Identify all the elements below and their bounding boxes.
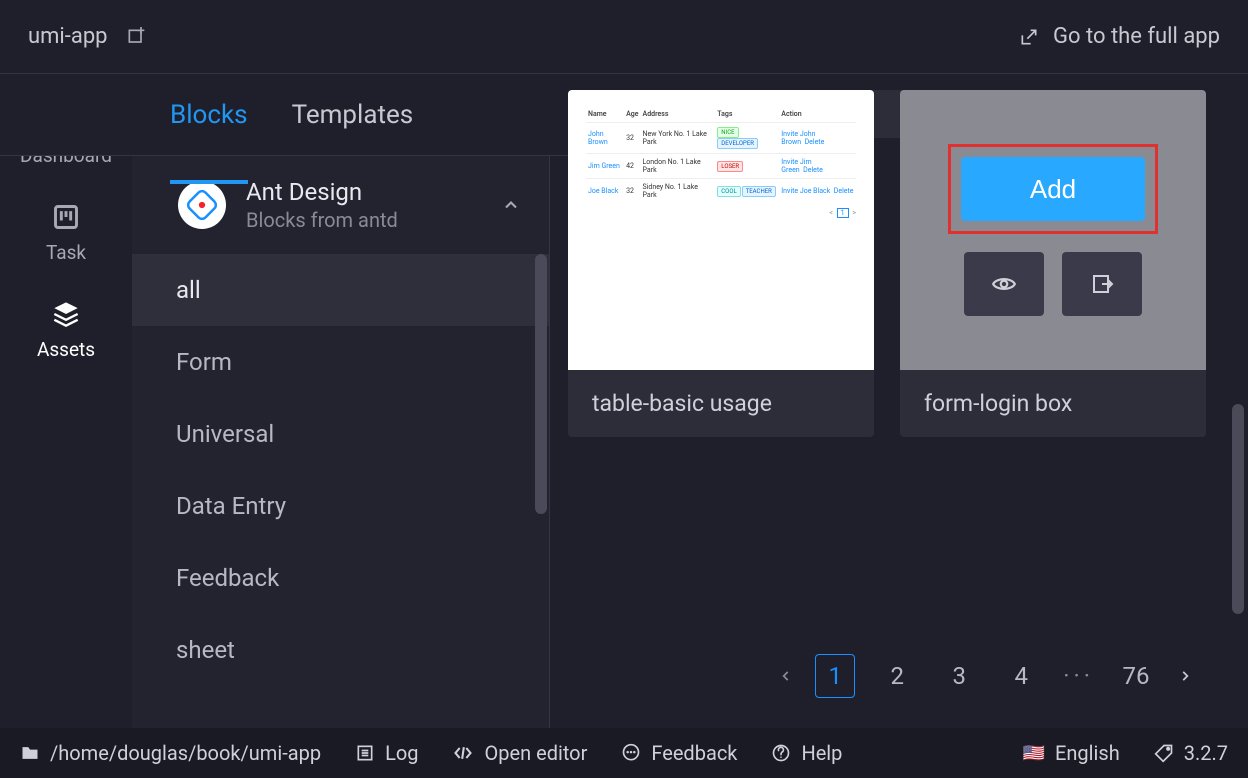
card-overlay: Add [900,90,1206,370]
project-path[interactable]: /home/douglas/book/umi-app [20,741,321,765]
flag-icon: 🇺🇸 [1023,743,1045,764]
language-label: English [1055,741,1120,765]
left-nav: Dashboard Task Assets [0,74,132,728]
page-last[interactable]: 76 [1116,654,1156,698]
source-header[interactable]: Ant Design Blocks from antd [132,156,549,254]
full-app-link-label: Go to the full app [1053,24,1220,49]
page-3[interactable]: 3 [939,654,979,698]
list-icon [355,743,375,763]
page-ellipsis[interactable]: ··· [1063,662,1094,690]
category-item-form[interactable]: Form [132,326,549,398]
feedback-button[interactable]: Feedback [621,741,737,765]
page-2[interactable]: 2 [877,654,917,698]
folder-icon [20,743,40,763]
version-badge[interactable]: 3.2.7 [1154,741,1228,765]
export-icon [1090,272,1114,296]
language-selector[interactable]: 🇺🇸 English [1023,741,1120,765]
log-label: Log [385,741,418,765]
chevron-right-icon [1178,665,1192,687]
card-title: form-login box [900,370,1206,437]
help-icon [771,743,791,763]
board-icon [52,203,80,231]
antd-logo-icon [187,190,217,220]
feedback-label: Feedback [651,741,737,765]
code-icon [452,743,474,763]
category-item-feedback[interactable]: Feedback [132,542,549,614]
category-scrollbar[interactable] [535,254,547,514]
nav-item-task[interactable]: Task [46,203,86,264]
open-editor-label: Open editor [484,741,587,765]
category-item-all[interactable]: all [132,254,549,326]
nav-label: Assets [37,338,95,361]
help-label: Help [801,741,842,765]
version-label: 3.2.7 [1184,741,1228,765]
chevron-up-icon [501,195,521,215]
app-title: umi-app [28,24,108,49]
content-scrollbar[interactable] [1232,404,1244,614]
tag-icon [1154,743,1174,763]
source-logo [178,181,226,229]
open-external-button[interactable] [1062,252,1142,316]
category-item-data-entry[interactable]: Data Entry [132,470,549,542]
chat-icon [621,743,641,763]
chevron-left-icon [779,665,793,687]
app-title-group: umi-app [28,24,146,49]
nav-item-assets[interactable]: Assets [37,300,95,361]
open-editor-button[interactable]: Open editor [452,741,587,765]
page-prev[interactable] [779,665,793,687]
page-1[interactable]: 1 [815,654,855,698]
card-preview: Add [900,90,1206,370]
mini-table-preview: Name Age Address Tags Action John Brown3… [568,90,874,233]
pagination: 1 2 3 4 ··· 76 [779,654,1192,698]
preview-button[interactable] [964,252,1044,316]
nav-label: Task [46,241,86,264]
block-card-table-basic[interactable]: Name Age Address Tags Action John Brown3… [568,90,874,437]
help-button[interactable]: Help [771,741,842,765]
card-title: table-basic usage [568,370,874,437]
content-area: Name Age Address Tags Action John Brown3… [550,74,1248,728]
category-list: all Form Universal Data Entry Feedback s… [132,254,549,686]
source-text: Ant Design Blocks from antd [246,178,481,232]
top-bar: umi-app Go to the full app [0,0,1248,74]
layers-icon [52,300,80,328]
category-item-sheet[interactable]: sheet [132,614,549,686]
category-item-universal[interactable]: Universal [132,398,549,470]
page-4[interactable]: 4 [1001,654,1041,698]
log-button[interactable]: Log [355,741,418,765]
source-subtitle: Blocks from antd [246,208,481,232]
source-title: Ant Design [246,178,481,206]
secondary-panel: Blocks Templates Ant Design Blocks from … [132,74,550,728]
external-icon[interactable] [126,27,146,47]
eye-icon [991,271,1017,297]
full-app-link[interactable]: Go to the full app [1019,24,1220,49]
block-card-form-login[interactable]: Add form-login box [900,90,1206,437]
add-highlight-box: Add [948,144,1158,234]
bottom-bar: /home/douglas/book/umi-app Log Open edit… [0,728,1248,778]
card-preview: Name Age Address Tags Action John Brown3… [568,90,874,370]
tab-templates[interactable]: Templates [292,100,414,154]
tab-blocks[interactable]: Blocks [170,100,248,154]
project-path-text: /home/douglas/book/umi-app [50,741,321,765]
add-block-button[interactable]: Add [961,157,1145,221]
share-arrow-icon [1019,27,1039,47]
page-next[interactable] [1178,665,1192,687]
cards-row: Name Age Address Tags Action John Brown3… [568,90,1230,437]
